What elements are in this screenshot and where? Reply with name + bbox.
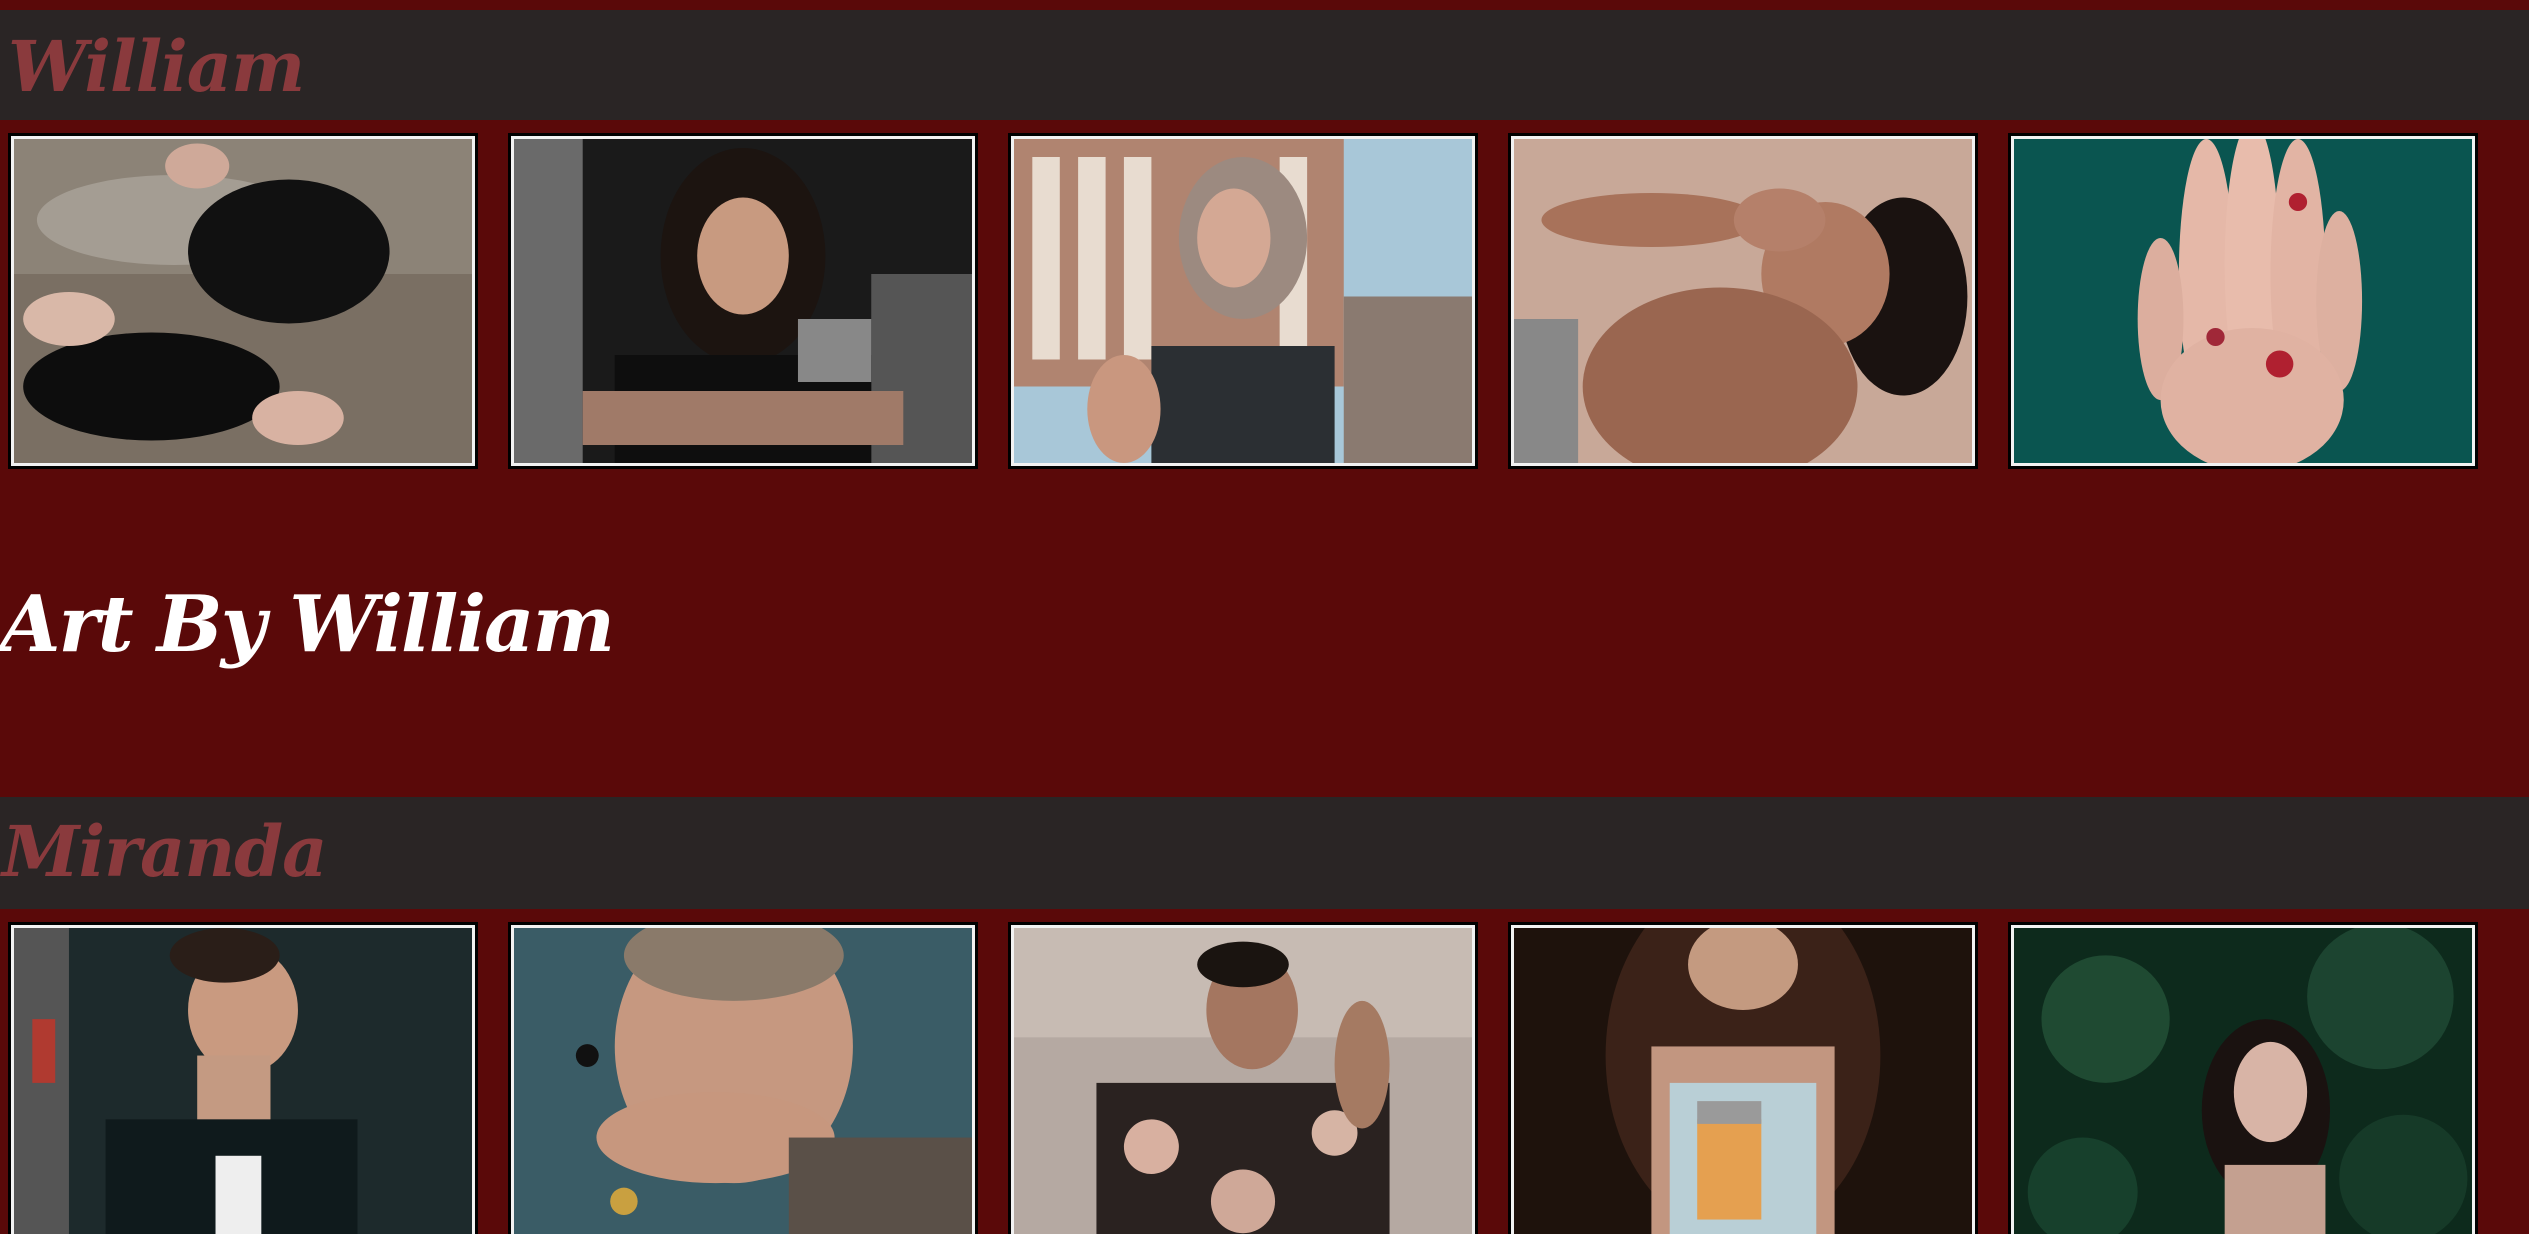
gallery-photo[interactable] (1008, 133, 1478, 469)
gallery-photo[interactable] (8, 133, 478, 469)
photo-image (2014, 139, 2472, 463)
photo-image (1514, 139, 1972, 463)
gallery-photo[interactable] (8, 922, 478, 1234)
page: William Art By William Miranda (0, 0, 2529, 1234)
artist-bar-miranda: Miranda (0, 797, 2529, 909)
photo-image (514, 928, 972, 1234)
photo-image (2014, 928, 2472, 1234)
artist-bar-william: William (0, 10, 2529, 120)
top-strip (0, 0, 2529, 10)
photo-image (14, 928, 472, 1234)
photo-image (1514, 928, 1972, 1234)
artist-name-miranda: Miranda (2, 810, 328, 893)
gallery-photo[interactable] (1008, 922, 1478, 1234)
gallery-photo[interactable] (1508, 922, 1978, 1234)
gallery-photo[interactable] (2008, 133, 2478, 469)
gallery-photo[interactable] (2008, 922, 2478, 1234)
gallery-photo[interactable] (508, 133, 978, 469)
gallery-william (0, 120, 2529, 480)
photo-image (514, 139, 972, 463)
gallery-photo[interactable] (508, 922, 978, 1234)
art-by-heading: Art By William (0, 579, 615, 670)
photo-image (14, 139, 472, 463)
photo-image (1014, 928, 1472, 1234)
photo-image (1014, 139, 1472, 463)
gallery-photo[interactable] (1508, 133, 1978, 469)
gallery-miranda (0, 909, 2529, 1234)
artist-name-william: William (8, 25, 305, 108)
